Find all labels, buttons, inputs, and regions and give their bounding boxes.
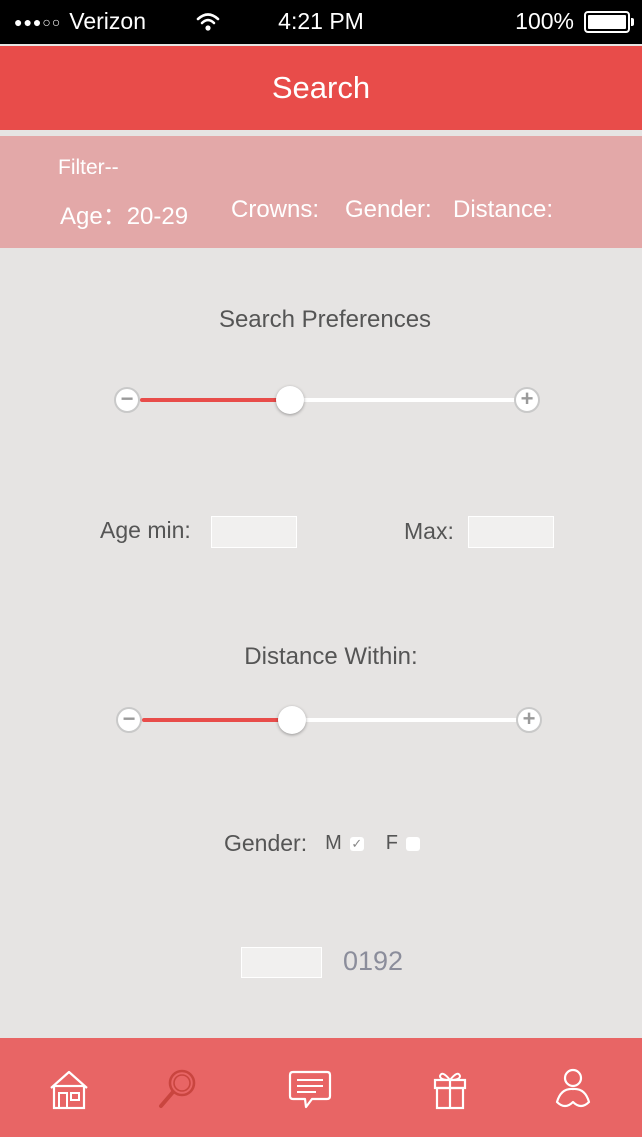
increase-button[interactable]: + [516, 707, 542, 733]
filter-age: Age：20-29 [60, 203, 189, 230]
filter-distance: Distance: [453, 196, 554, 223]
tab-search[interactable] [156, 1066, 200, 1112]
filter-crowns: Crowns: [231, 196, 320, 223]
age-min-label: Age min: [100, 517, 191, 543]
filter-gender: Gender: [345, 196, 432, 223]
age-max-label: Max: [404, 518, 454, 544]
age-min-input[interactable] [211, 516, 297, 548]
slider-thumb[interactable] [276, 386, 305, 414]
gender-selector: Gender: M ✓ F [224, 830, 442, 857]
slider-fill [142, 718, 293, 722]
gender-male-label: M [325, 832, 342, 854]
tab-gifts[interactable] [428, 1066, 472, 1112]
tab-bar [0, 1038, 642, 1137]
slider-thumb[interactable] [278, 706, 307, 734]
gender-female-label: F [385, 832, 398, 854]
battery-icon [584, 10, 634, 33]
decrease-button[interactable]: − [116, 707, 142, 733]
status-bar: ●●●○○ Verizon 4:21 PM 100% [0, 0, 642, 44]
filter-label: Filter-- [58, 156, 119, 179]
messages-icon [288, 1070, 332, 1109]
header-bar: Search [0, 46, 642, 130]
page-title: Search [271, 70, 371, 105]
gift-icon [433, 1072, 467, 1110]
gender-female-checkbox[interactable] [406, 836, 420, 851]
gender-male-checkbox[interactable]: ✓ [349, 836, 364, 851]
decrease-button[interactable]: − [114, 387, 140, 413]
search-preferences-slider[interactable]: − + [114, 385, 542, 415]
battery-percent: 100% [515, 8, 574, 34]
battery-info: 100% [515, 8, 634, 35]
age-max-input[interactable] [468, 516, 554, 548]
gender-label: Gender: [224, 830, 308, 856]
home-icon [50, 1070, 88, 1110]
tab-home[interactable] [47, 1066, 91, 1112]
distance-within-title: Distance Within: [244, 643, 418, 670]
code-input[interactable] [241, 947, 322, 978]
code-text: 0192 [343, 946, 404, 976]
tab-messages[interactable] [288, 1066, 332, 1112]
increase-button[interactable]: + [514, 387, 540, 413]
slider-fill [140, 398, 291, 402]
search-icon [159, 1069, 196, 1108]
profile-icon [555, 1068, 591, 1108]
search-preferences-title: Search Preferences [218, 306, 432, 333]
filter-summary: Filter-- Age：20-29 Crowns: Gender: Dista… [0, 136, 642, 248]
distance-slider[interactable]: − + [116, 705, 544, 735]
tab-profile[interactable] [551, 1066, 595, 1112]
